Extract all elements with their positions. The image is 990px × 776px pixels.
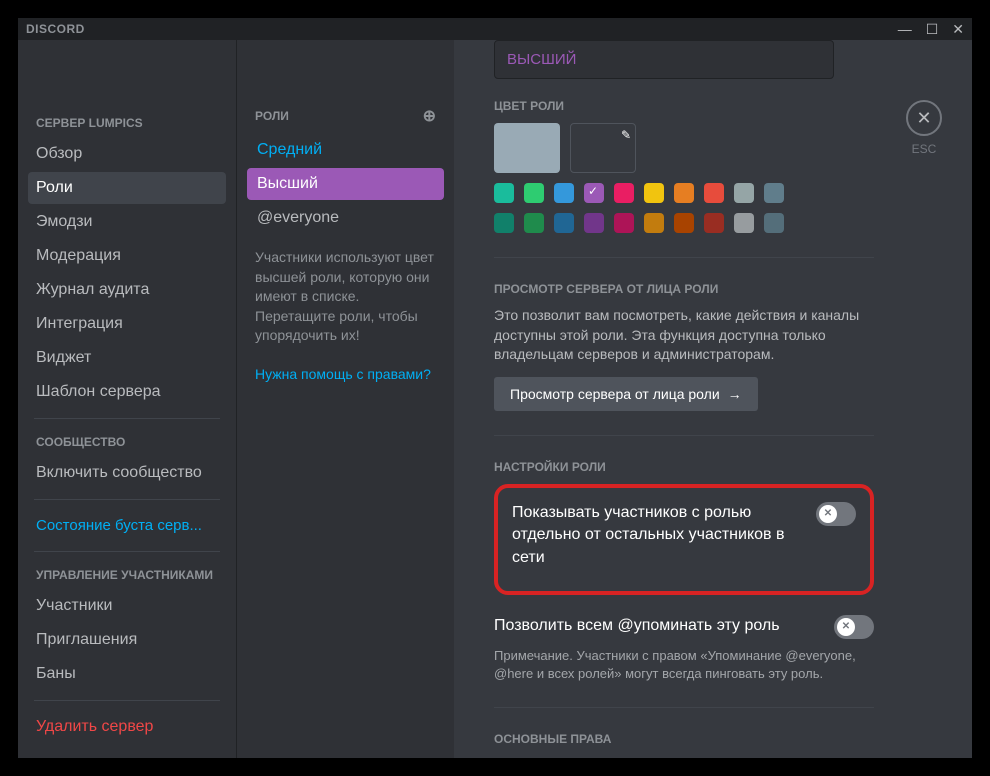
color-swatch[interactable]	[674, 183, 694, 203]
nav-invites[interactable]: Приглашения	[28, 624, 226, 656]
roles-header: РОЛИ ⊕	[247, 100, 444, 132]
nav-overview[interactable]: Обзор	[28, 138, 226, 170]
nav-enable-community[interactable]: Включить сообщество	[28, 457, 226, 489]
main-content: ✕ ESC ВЫСШИЙ ЦВЕТ РОЛИ ✎	[454, 40, 972, 758]
allow-mention-note: Примечание. Участники с правом «Упоминан…	[494, 647, 874, 683]
color-swatch[interactable]	[554, 213, 574, 233]
nav-boost-status[interactable]: Состояние буста серв...	[28, 510, 226, 541]
color-swatch[interactable]	[524, 213, 544, 233]
divider	[34, 551, 220, 552]
color-swatch[interactable]	[644, 183, 664, 203]
add-role-icon[interactable]: ⊕	[423, 106, 436, 126]
view-as-role-label: Просмотр сервера от лица роли	[510, 386, 720, 402]
nav-audit-log[interactable]: Журнал аудита	[28, 274, 226, 306]
nav-widget[interactable]: Виджет	[28, 342, 226, 374]
default-color-swatch[interactable]	[494, 123, 560, 173]
color-swatches	[494, 183, 804, 233]
members-header: УПРАВЛЕНИЕ УЧАСТНИКАМИ	[28, 562, 226, 588]
view-as-role-button[interactable]: Просмотр сервера от лица роли →	[494, 377, 758, 411]
color-swatch[interactable]	[764, 213, 784, 233]
color-swatch[interactable]	[764, 183, 784, 203]
divider	[494, 435, 874, 436]
role-color-label: ЦВЕТ РОЛИ	[494, 99, 874, 113]
highlighted-setting: Показывать участников с ролью отдельно о…	[494, 484, 874, 595]
color-swatch[interactable]	[614, 213, 634, 233]
role-item-highest[interactable]: Высший	[247, 168, 444, 200]
color-swatch[interactable]	[704, 213, 724, 233]
window-controls: — ☐ ✕	[898, 21, 964, 38]
nav-members[interactable]: Участники	[28, 590, 226, 622]
titlebar: DISCORD — ☐ ✕	[18, 18, 972, 40]
role-item-everyone[interactable]: @everyone	[247, 202, 444, 234]
divider	[34, 700, 220, 701]
color-swatch[interactable]	[524, 183, 544, 203]
minimize-icon[interactable]: —	[898, 21, 912, 38]
close-settings-button[interactable]: ✕	[906, 100, 942, 136]
color-swatch[interactable]	[584, 213, 604, 233]
nav-roles[interactable]: Роли	[28, 172, 226, 204]
general-perms-header: ОСНОВНЫЕ ПРАВА	[494, 732, 874, 746]
color-swatch[interactable]	[734, 183, 754, 203]
divider	[34, 418, 220, 419]
close-settings: ✕ ESC	[906, 100, 942, 156]
nav-moderation[interactable]: Модерация	[28, 240, 226, 272]
app-title: DISCORD	[26, 22, 85, 36]
settings-sidebar: СЕРВЕР LUMPICS Обзор Роли Эмодзи Модерац…	[18, 40, 236, 758]
arrow-right-icon: →	[728, 386, 742, 402]
nav-integrations[interactable]: Интеграция	[28, 308, 226, 340]
color-swatch[interactable]	[704, 183, 724, 203]
color-swatch[interactable]	[644, 213, 664, 233]
nav-delete-server[interactable]: Удалить сервер	[28, 711, 226, 743]
color-swatch[interactable]	[614, 183, 634, 203]
allow-mention-label: Позволить всем @упоминать эту роль	[494, 615, 818, 637]
close-icon[interactable]: ✕	[952, 21, 964, 38]
preview-header: ПРОСМОТР СЕРВЕРА ОТ ЛИЦА РОЛИ	[494, 282, 874, 296]
divider	[34, 499, 220, 500]
roles-header-label: РОЛИ	[255, 109, 289, 123]
color-swatch[interactable]	[734, 213, 754, 233]
display-separately-label: Показывать участников с ролью отдельно о…	[512, 502, 800, 569]
allow-mention-toggle[interactable]	[834, 615, 874, 639]
role-name-dropdown[interactable]: ВЫСШИЙ	[494, 40, 834, 79]
toggle-knob	[837, 618, 855, 636]
roles-help-text: Участники используют цвет высшей роли, к…	[247, 236, 444, 358]
role-settings-header: НАСТРОЙКИ РОЛИ	[494, 460, 874, 474]
toggle-knob	[819, 505, 837, 523]
color-swatch[interactable]	[494, 213, 514, 233]
display-separately-toggle[interactable]	[816, 502, 856, 526]
roles-column: РОЛИ ⊕ Средний Высший @everyone Участник…	[236, 40, 454, 758]
esc-label: ESC	[906, 142, 942, 156]
color-swatch[interactable]	[674, 213, 694, 233]
nav-bans[interactable]: Баны	[28, 658, 226, 690]
color-swatch-selected[interactable]	[584, 183, 604, 203]
nav-emoji[interactable]: Эмодзи	[28, 206, 226, 238]
maximize-icon[interactable]: ☐	[926, 21, 939, 38]
server-header: СЕРВЕР LUMPICS	[28, 110, 226, 136]
eyedropper-icon: ✎	[621, 128, 631, 142]
divider	[494, 707, 874, 708]
custom-color-picker[interactable]: ✎	[570, 123, 636, 173]
role-item-medium[interactable]: Средний	[247, 134, 444, 166]
nav-template[interactable]: Шаблон сервера	[28, 376, 226, 408]
community-header: СООБЩЕСТВО	[28, 429, 226, 455]
color-swatch[interactable]	[554, 183, 574, 203]
roles-help-link[interactable]: Нужна помощь с правами?	[247, 358, 444, 390]
preview-description: Это позволит вам посмотреть, какие дейст…	[494, 306, 874, 365]
color-swatch[interactable]	[494, 183, 514, 203]
divider	[494, 257, 874, 258]
